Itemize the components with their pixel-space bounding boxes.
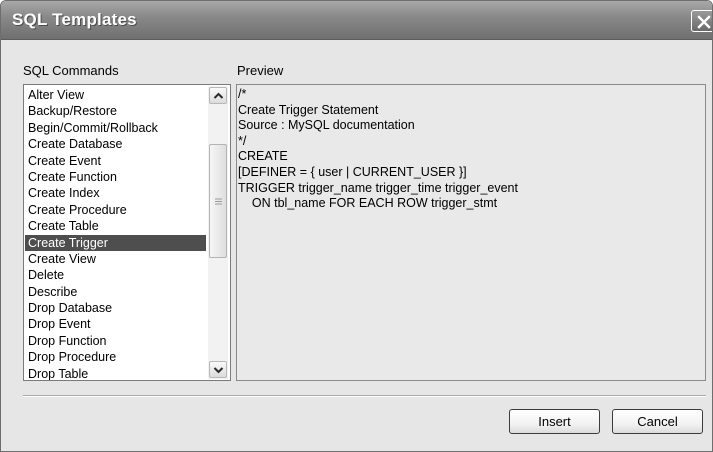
cancel-button[interactable]: Cancel xyxy=(612,409,703,434)
arrow-up-icon xyxy=(213,92,224,99)
sql-commands-list[interactable]: Alter View Backup/Restore Begin/Commit/Rol… xyxy=(23,84,231,381)
list-item[interactable]: Drop Function xyxy=(25,333,206,349)
list-item[interactable]: Create Database xyxy=(25,136,206,152)
preview-text: /* Create Trigger Statement Source : MyS… xyxy=(238,87,518,211)
preview-pane[interactable]: /* Create Trigger Statement Source : MyS… xyxy=(236,84,706,381)
list-item[interactable]: Create Event xyxy=(25,153,206,169)
arrow-down-icon xyxy=(213,367,224,374)
insert-button[interactable]: Insert xyxy=(509,409,600,434)
list-item[interactable]: Drop Database xyxy=(25,300,206,316)
scroll-down-button[interactable] xyxy=(209,361,227,378)
list-item[interactable]: Create View xyxy=(25,251,206,267)
sql-templates-dialog: SQL Templates SQL Commands Preview Alter… xyxy=(0,0,713,452)
list-item[interactable]: Drop Event xyxy=(25,316,206,332)
close-button[interactable] xyxy=(691,10,712,32)
vertical-scrollbar[interactable] xyxy=(208,86,228,379)
list-item[interactable]: Create Trigger xyxy=(25,234,206,251)
close-icon xyxy=(697,15,711,29)
list-item[interactable]: Delete xyxy=(25,267,206,283)
list-item[interactable]: Describe xyxy=(25,284,206,300)
list-items: Alter View Backup/Restore Begin/Commit/Rol… xyxy=(25,87,206,380)
list-item[interactable]: Create Table xyxy=(25,218,206,234)
list-item[interactable]: Create Function xyxy=(25,169,206,185)
list-item[interactable]: Begin/Commit/Rollback xyxy=(25,120,206,136)
scroll-up-button[interactable] xyxy=(209,87,227,104)
list-item[interactable]: Drop Procedure xyxy=(25,349,206,365)
title-bar[interactable]: SQL Templates xyxy=(1,1,712,40)
list-item[interactable]: Drop Table xyxy=(25,366,206,380)
window-title: SQL Templates xyxy=(12,10,137,29)
list-item[interactable]: Create Procedure xyxy=(25,202,206,218)
list-item[interactable]: Backup/Restore xyxy=(25,103,206,119)
sql-commands-label: SQL Commands xyxy=(23,63,119,78)
scroll-thumb[interactable] xyxy=(209,144,227,258)
list-item[interactable]: Alter View xyxy=(25,87,206,103)
grip-icon xyxy=(215,198,222,205)
preview-label: Preview xyxy=(237,63,284,78)
separator xyxy=(23,395,706,397)
list-item[interactable]: Create Index xyxy=(25,185,206,201)
